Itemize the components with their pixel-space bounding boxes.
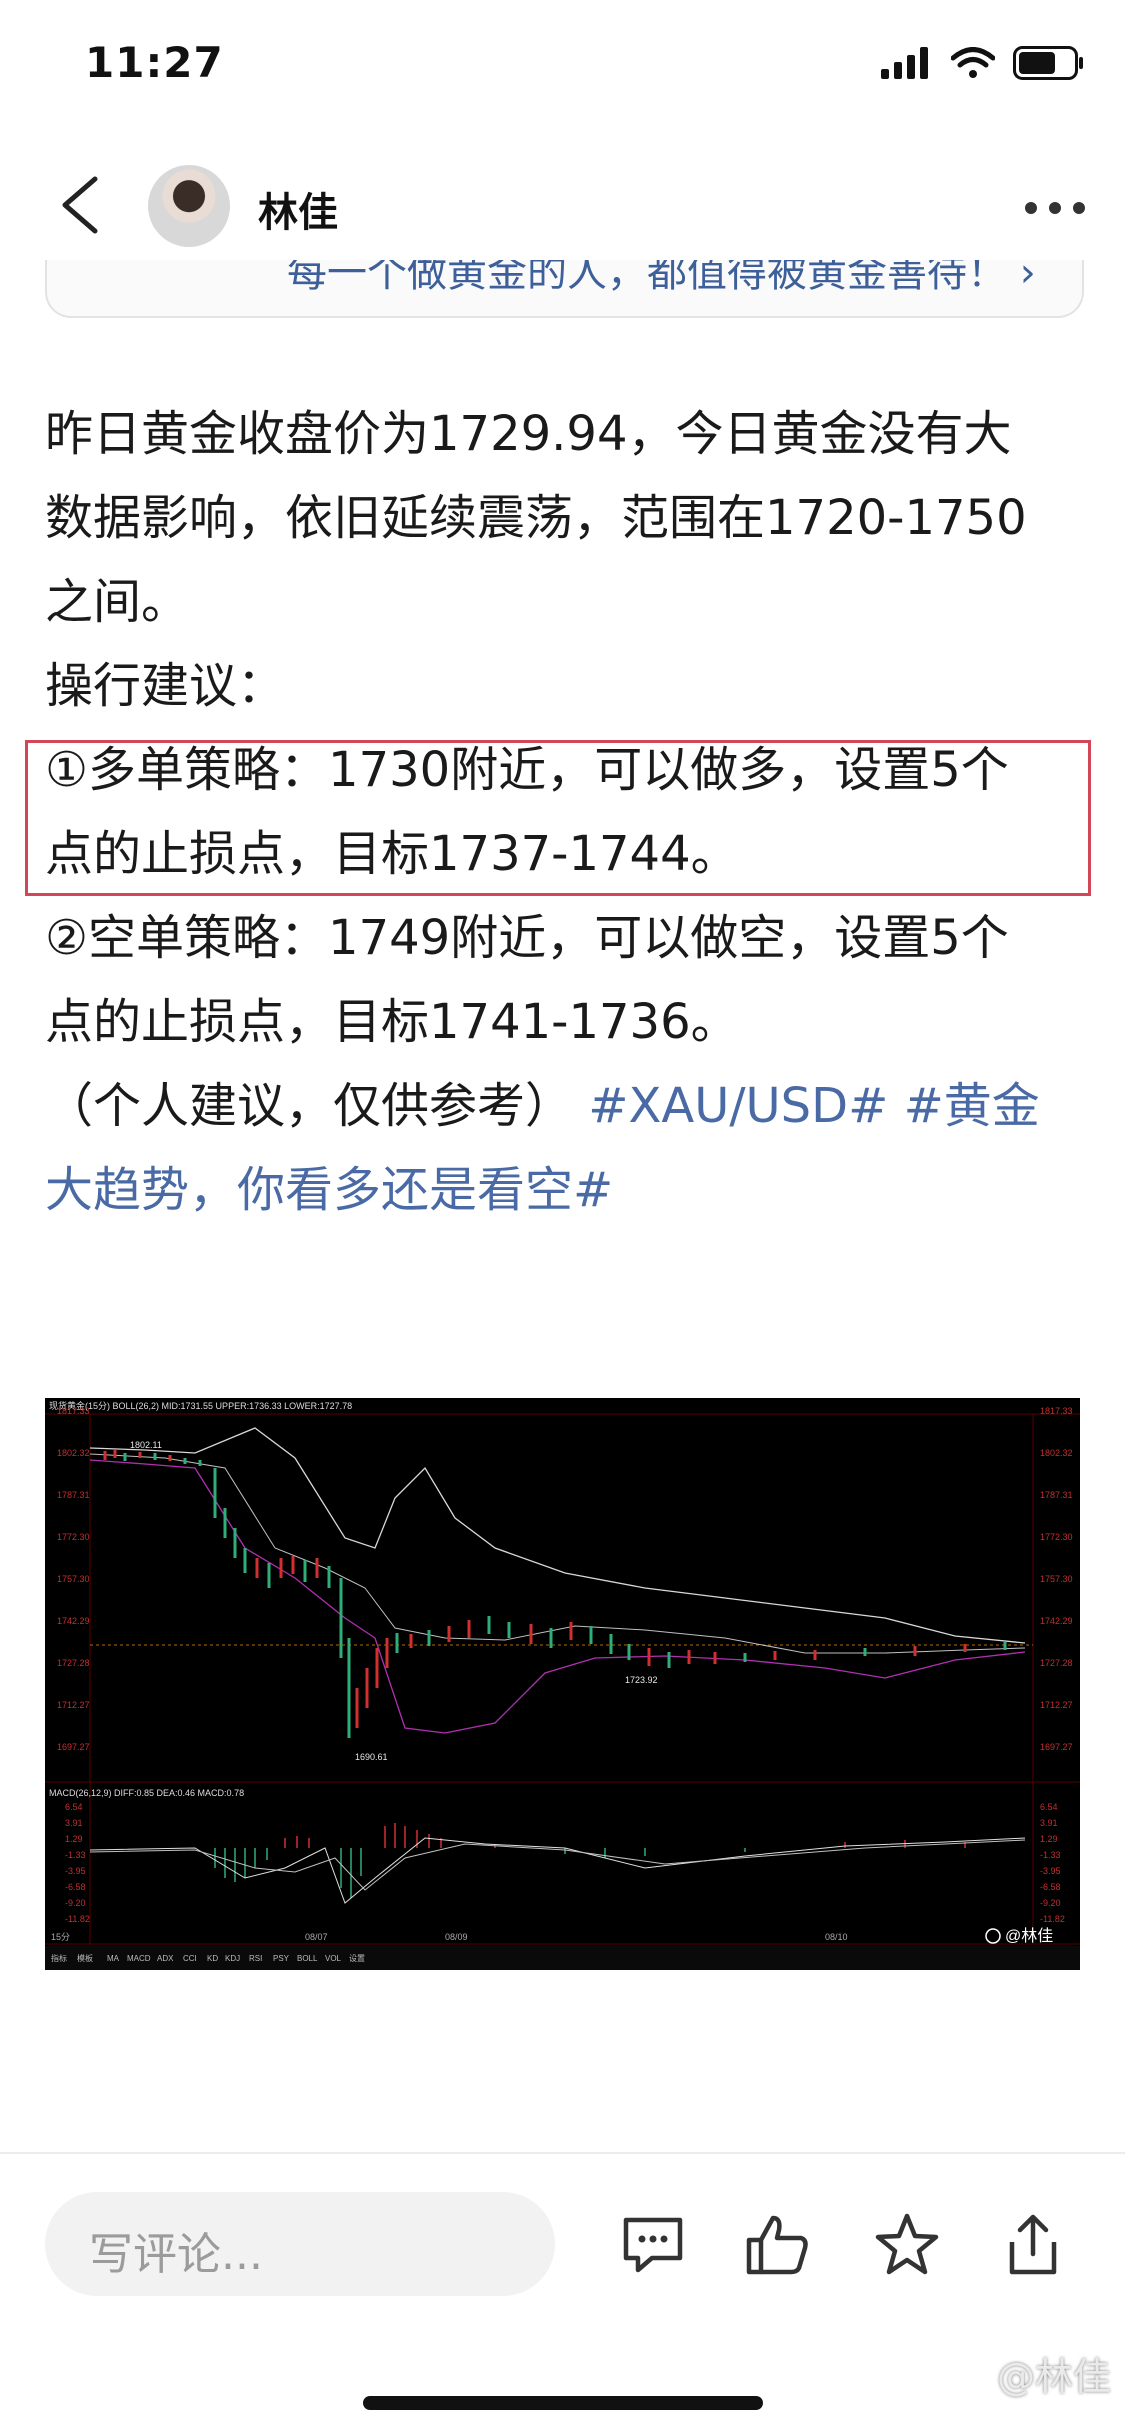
macd-label: MACD(26,12,9) DIFF:0.85 DEA:0.46 MACD:0.… <box>49 1788 244 1798</box>
chart-image[interactable]: 现货黄金(15分) BOLL(26,2) MID:1731.55 UPPER:1… <box>45 1398 1080 1970</box>
signal-icon <box>881 47 928 79</box>
macd-y-label: 6.54 <box>1040 1802 1058 1812</box>
article-line: 点的止损点，目标1741-1736。 <box>45 994 739 1050</box>
y-label: 1802.32 <box>57 1448 90 1458</box>
macd-y-label: 6.54 <box>65 1802 83 1812</box>
chart-tab: 设置 <box>349 1953 365 1963</box>
status-icons <box>881 46 1085 80</box>
y-label: 1697.27 <box>57 1742 90 1752</box>
y-label: 1712.27 <box>1040 1700 1073 1710</box>
chart-watermark: @林佳 <box>1005 1927 1053 1945</box>
back-icon[interactable] <box>55 175 105 235</box>
macd-y-label: -1.33 <box>65 1850 86 1860</box>
home-indicator[interactable] <box>363 2396 763 2410</box>
comment-input[interactable]: 写评论... <box>45 2192 555 2296</box>
macd-y-label: -1.33 <box>1040 1850 1061 1860</box>
chart-tab: RSI <box>249 1954 262 1963</box>
macd-y-label: 1.29 <box>65 1834 83 1844</box>
status-time: 11:27 <box>85 38 224 87</box>
comment-icon[interactable] <box>618 2210 688 2280</box>
chart-annotation: 1690.61 <box>355 1752 388 1762</box>
y-label: 1802.32 <box>1040 1448 1073 1458</box>
battery-icon <box>1013 46 1083 80</box>
chart-tab: CCI <box>183 1954 197 1963</box>
article-line: 大趋势，你看多还是看空# <box>45 1148 1085 1232</box>
chart-tab: 指标 <box>51 1953 67 1963</box>
macd-y-label: -11.82 <box>1040 1914 1065 1924</box>
highlight-box <box>25 740 1091 896</box>
y-label: 1757.30 <box>57 1574 90 1584</box>
divider <box>0 2152 1125 2154</box>
quoted-article-text: 每一个做黄金的人，都值得被黄金善待！ › <box>287 260 1036 296</box>
y-label: 1772.30 <box>57 1532 90 1542</box>
article-line: 数据影响，依旧延续震荡，范围在1720-1750 <box>45 490 1027 546</box>
y-label: 1817.33 <box>1040 1406 1073 1416</box>
article-line: 昨日黄金收盘价为1729.94，今日黄金没有大 <box>45 406 1012 462</box>
macd-y-label: -3.95 <box>1040 1866 1061 1876</box>
y-label: 1817.33 <box>57 1406 90 1416</box>
y-label: 1712.27 <box>57 1700 90 1710</box>
y-label: 1742.29 <box>1040 1616 1073 1626</box>
wifi-icon <box>951 47 995 78</box>
article-text: （个人建议，仅供参考） <box>45 1078 574 1134</box>
chart-annotation: 1723.92 <box>625 1675 658 1685</box>
article-line: 之间。 <box>45 574 190 630</box>
chart-tab: KDJ <box>225 1954 240 1963</box>
y-label: 1787.31 <box>1040 1490 1073 1500</box>
like-icon[interactable] <box>743 2210 813 2280</box>
chart-tab: VOL <box>325 1954 342 1963</box>
comment-placeholder: 写评论... <box>89 2229 263 2280</box>
hashtag-xauusd[interactable]: #XAU/USD# <box>588 1078 888 1134</box>
hashtag-gold[interactable]: #黄金 <box>904 1078 1040 1134</box>
corner-watermark: @林佳 <box>996 2355 1111 2399</box>
macd-y-label: -9.20 <box>65 1898 86 1908</box>
macd-y-label: -9.20 <box>1040 1898 1061 1908</box>
macd-y-label: -11.82 <box>65 1914 90 1924</box>
y-label: 1727.28 <box>57 1658 90 1668</box>
chart-tab: ADX <box>157 1954 174 1963</box>
share-icon[interactable] <box>998 2210 1068 2280</box>
star-icon[interactable] <box>872 2210 942 2280</box>
period-label: 15分 <box>51 1932 70 1942</box>
y-label: 1697.27 <box>1040 1742 1073 1752</box>
article-line: ②空单策略：1749附近，可以做空，设置5个 <box>45 910 1009 966</box>
y-label: 1727.28 <box>1040 1658 1073 1668</box>
chart-tab: MA <box>107 1954 120 1963</box>
chart-tab: 模板 <box>77 1953 93 1963</box>
x-label: 08/07 <box>305 1932 328 1942</box>
chart-tab: KD <box>207 1954 218 1963</box>
avatar[interactable] <box>148 165 230 247</box>
hashtag-gold-trend[interactable]: 大趋势，你看多还是看空# <box>45 1162 613 1218</box>
chart-tab: MACD <box>127 1954 151 1963</box>
more-icon[interactable] <box>1025 202 1085 214</box>
x-label: 08/09 <box>445 1932 468 1942</box>
chart-tab: BOLL <box>297 1954 318 1963</box>
quoted-article-card[interactable]: 每一个做黄金的人，都值得被黄金善待！ › <box>45 260 1084 318</box>
author-name[interactable]: 林佳 <box>258 180 338 238</box>
article-line: （个人建议，仅供参考） #XAU/USD# #黄金 <box>45 1064 1085 1148</box>
macd-y-label: -3.95 <box>65 1866 86 1876</box>
y-label: 1742.29 <box>57 1616 90 1626</box>
y-label: 1787.31 <box>57 1490 90 1500</box>
article-line: 操行建议： <box>45 658 286 714</box>
macd-y-label: 3.91 <box>65 1818 83 1828</box>
macd-y-label: -6.58 <box>65 1882 86 1892</box>
chart-annotation: 1802.11 <box>130 1440 162 1450</box>
y-label: 1757.30 <box>1040 1574 1073 1584</box>
x-label: 08/10 <box>825 1932 848 1942</box>
chart-title-bar: 现货黄金(15分) BOLL(26,2) MID:1731.55 UPPER:1… <box>49 1400 352 1411</box>
y-label: 1772.30 <box>1040 1532 1073 1542</box>
macd-y-label: 3.91 <box>1040 1818 1058 1828</box>
chart-tab: PSY <box>273 1954 290 1963</box>
macd-y-label: -6.58 <box>1040 1882 1061 1892</box>
macd-y-label: 1.29 <box>1040 1834 1058 1844</box>
